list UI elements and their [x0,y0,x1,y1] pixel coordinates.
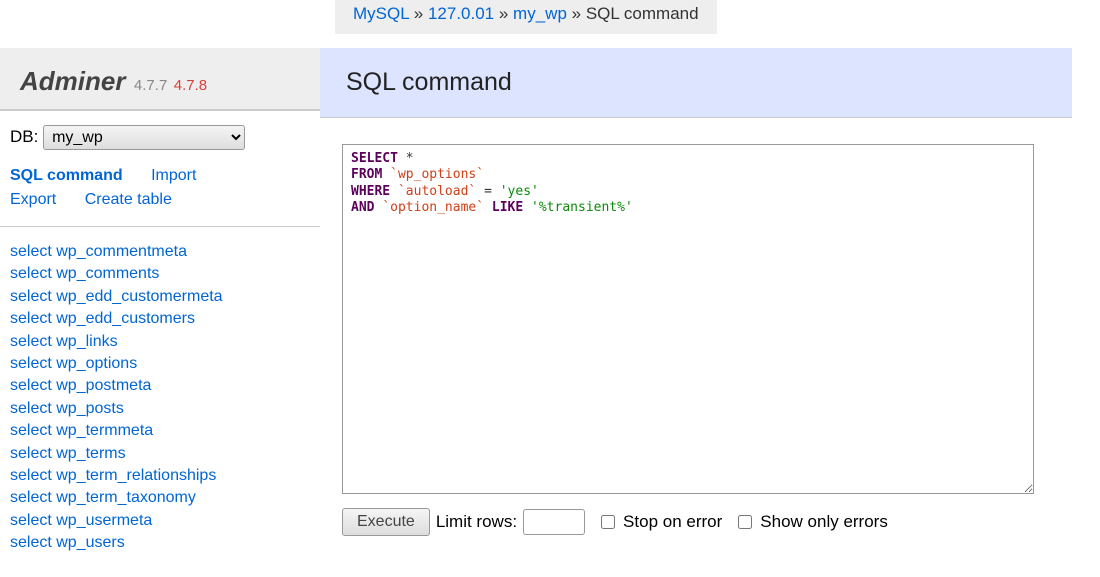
db-row: DB: my_wp [0,111,320,156]
action-export[interactable]: Export [10,188,56,212]
action-sql-command[interactable]: SQL command [10,164,123,188]
table-link[interactable]: select wp_users [10,532,310,554]
show-only-errors-checkbox[interactable] [738,515,752,529]
action-create-table[interactable]: Create table [85,188,172,212]
app-new-version[interactable]: 4.7.8 [174,77,207,94]
stop-on-error-checkbox[interactable] [601,515,615,529]
sidebar-actions: SQL command Import Export Create table [0,156,320,227]
breadcrumb-sep: » [409,4,428,23]
table-link[interactable]: select wp_commentmeta [10,241,310,263]
breadcrumb: MySQL » 127.0.01 » my_wp » SQL command [335,0,717,34]
breadcrumb-link-host[interactable]: 127.0.01 [428,4,494,23]
sidebar: Adminer 4.7.7 4.7.8 DB: my_wp SQL comman… [0,34,320,577]
stop-on-error-label: Stop on error [623,512,722,532]
breadcrumb-link-mysql[interactable]: MySQL [353,4,409,23]
db-label: DB: [10,127,38,146]
breadcrumb-current: SQL command [586,4,699,23]
title-bar: SQL command [320,48,1072,118]
table-link[interactable]: select wp_postmeta [10,375,310,397]
table-link[interactable]: select wp_terms [10,443,310,465]
table-link[interactable]: select wp_posts [10,398,310,420]
logo-box: Adminer 4.7.7 4.7.8 [0,48,320,111]
main: SQL command SELECT *FROM `wp_options`WHE… [320,34,1100,577]
table-link[interactable]: select wp_term_relationships [10,465,310,487]
table-link[interactable]: select wp_edd_customermeta [10,286,310,308]
table-link[interactable]: select wp_edd_customers [10,308,310,330]
execute-button[interactable]: Execute [342,508,430,536]
table-link[interactable]: select wp_termmeta [10,420,310,442]
table-link[interactable]: select wp_links [10,331,310,353]
table-link[interactable]: select wp_options [10,353,310,375]
tables-list: select wp_commentmetaselect wp_commentss… [0,227,320,568]
limit-rows-label: Limit rows: [436,512,517,532]
action-import[interactable]: Import [151,164,196,188]
app-version: 4.7.7 [134,77,167,94]
table-link[interactable]: select wp_usermeta [10,510,310,532]
app-name: Adminer [20,66,125,96]
db-select[interactable]: my_wp [43,125,245,150]
table-link[interactable]: select wp_comments [10,263,310,285]
sql-textarea[interactable]: SELECT *FROM `wp_options`WHERE `autoload… [342,144,1034,494]
page-title: SQL command [346,68,1046,97]
breadcrumb-link-db[interactable]: my_wp [513,4,567,23]
breadcrumb-sep: » [494,4,513,23]
controls-row: Execute Limit rows: Stop on error Show o… [342,508,1072,536]
breadcrumb-sep: » [567,4,586,23]
table-link[interactable]: select wp_term_taxonomy [10,487,310,509]
show-only-errors-label: Show only errors [760,512,888,532]
limit-rows-input[interactable] [523,509,585,535]
